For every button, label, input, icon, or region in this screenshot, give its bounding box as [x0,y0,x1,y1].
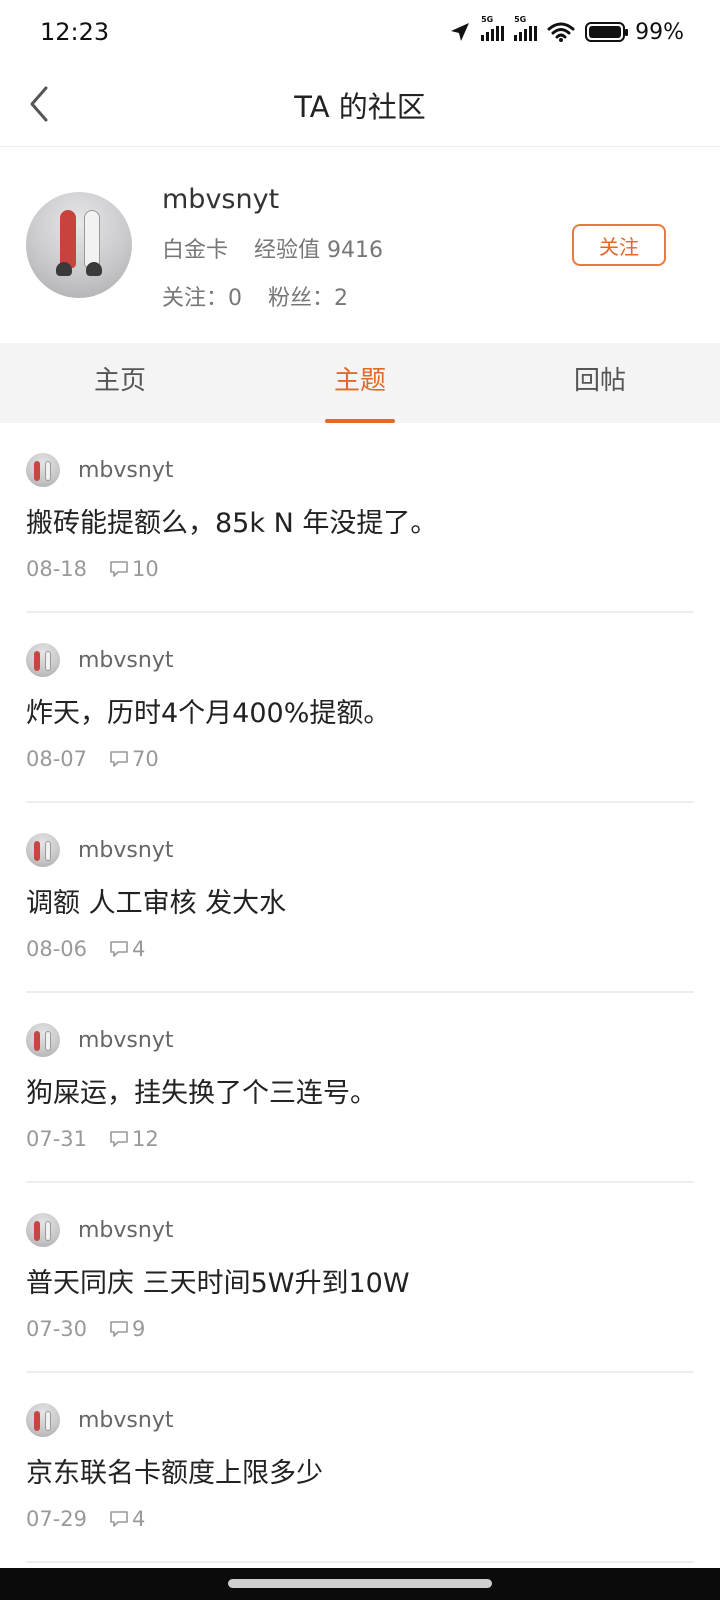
post-user: mbvsnyt [26,643,173,677]
post-meta: 07-31 12 [26,1127,159,1151]
post-meta: 08-07 70 [26,747,159,771]
follow-stats: 关注：0 粉丝：2 [162,280,348,312]
post-meta: 07-30 9 [26,1317,145,1341]
post-user: mbvsnyt [26,1213,173,1247]
post-date: 08-06 [26,937,88,961]
list-item[interactable]: mbvsnyt 京东联名卡额度上限多少 07-29 4 [26,1373,694,1563]
post-title[interactable]: 普天同庆 三天时间5W升到10W [26,1261,410,1300]
cellular-signal-icon: 5G [481,15,505,41]
profile-username: mbvsnyt [162,184,280,215]
comment-icon [110,1511,128,1527]
battery-icon [585,22,629,42]
battery-level: 99% [635,19,684,45]
post-user: mbvsnyt [26,833,173,867]
post-meta: 08-18 10 [26,557,159,581]
avatar [26,643,60,677]
following-count[interactable]: 关注：0 [162,286,242,311]
home-indicator[interactable] [228,1579,492,1588]
page-title: TA 的社区 [294,90,426,124]
avatar [26,1213,60,1247]
wifi-icon [547,22,575,42]
system-nav-bar [0,1568,720,1600]
post-date: 07-30 [26,1317,88,1341]
post-meta: 08-06 4 [26,937,145,961]
avatar [26,453,60,487]
status-time: 12:23 [40,18,110,46]
avatar [26,833,60,867]
cellular-signal-icon: 5G [514,15,538,41]
post-user: mbvsnyt [26,453,173,487]
tab-topics[interactable]: 主题 [240,343,480,423]
post-title[interactable]: 京东联名卡额度上限多少 [26,1451,323,1490]
comment-icon [110,1321,128,1337]
comment-count: 70 [109,747,159,771]
status-bar: 12:23 5G 5G 99% [0,0,720,64]
post-author: mbvsnyt [78,1407,174,1433]
post-author: mbvsnyt [78,1217,174,1243]
profile-header: mbvsnyt 白金卡 经验值 9416 关注：0 粉丝：2 关注 [0,146,720,343]
list-item[interactable]: mbvsnyt 狗屎运，挂失换了个三连号。 07-31 12 [26,993,694,1183]
comment-icon [110,1131,128,1147]
post-user: mbvsnyt [26,1403,173,1437]
comment-count: 4 [109,1507,145,1531]
tab-home[interactable]: 主页 [0,343,240,423]
tab-replies[interactable]: 回帖 [480,343,720,423]
post-author: mbvsnyt [78,457,174,483]
post-user: mbvsnyt [26,1023,173,1057]
post-meta: 07-29 4 [26,1507,145,1531]
post-date: 08-18 [26,557,88,581]
experience-value: 经验值 9416 [254,238,383,263]
follow-button[interactable]: 关注 [572,224,666,266]
comment-icon [110,561,128,577]
comment-count: 10 [109,557,159,581]
comment-count: 9 [109,1317,145,1341]
post-title[interactable]: 搬砖能提额么，85k N 年没提了。 [26,501,437,540]
post-date: 07-29 [26,1507,88,1531]
post-author: mbvsnyt [78,837,174,863]
followers-count[interactable]: 粉丝：2 [268,286,348,311]
comment-icon [110,941,128,957]
list-item[interactable]: mbvsnyt 普天同庆 三天时间5W升到10W 07-30 9 [26,1183,694,1373]
avatar[interactable] [26,192,132,298]
post-title[interactable]: 炸天，历时4个月400%提额。 [26,691,390,730]
avatar [26,1023,60,1057]
location-icon [451,23,470,41]
profile-meta: 白金卡 经验值 9416 [162,232,383,264]
post-date: 07-31 [26,1127,88,1151]
post-title[interactable]: 狗屎运，挂失换了个三连号。 [26,1071,377,1110]
avatar [26,1403,60,1437]
comment-count: 12 [109,1127,159,1151]
status-icons: 5G 5G 99% [449,15,684,48]
tab-bar: 主页 主题 回帖 [0,343,720,423]
post-list: mbvsnyt 搬砖能提额么，85k N 年没提了。 08-18 10 mbvs… [0,423,720,1563]
list-item[interactable]: mbvsnyt 炸天，历时4个月400%提额。 08-07 70 [26,613,694,803]
comment-icon [110,751,128,767]
post-title[interactable]: 调额 人工审核 发大水 [26,881,286,920]
post-date: 08-07 [26,747,88,771]
post-author: mbvsnyt [78,1027,174,1053]
list-item[interactable]: mbvsnyt 调额 人工审核 发大水 08-06 4 [26,803,694,993]
comment-count: 4 [109,937,145,961]
card-level: 白金卡 [162,238,229,263]
nav-bar: TA 的社区 [0,64,720,147]
post-author: mbvsnyt [78,647,174,673]
list-item[interactable]: mbvsnyt 搬砖能提额么，85k N 年没提了。 08-18 10 [26,423,694,613]
